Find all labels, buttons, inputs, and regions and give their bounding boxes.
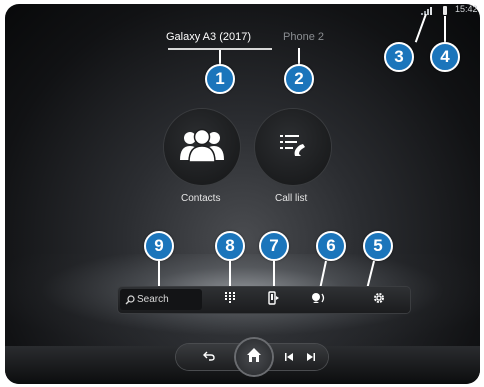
callout-4-line	[444, 16, 446, 44]
callout-9: 9	[144, 231, 174, 261]
phone-transfer-icon	[268, 290, 280, 310]
call-list-label: Call list	[275, 193, 308, 204]
keypad-button[interactable]	[221, 291, 239, 309]
home-icon	[246, 347, 262, 368]
phone-transfer-button[interactable]	[265, 290, 283, 310]
callout-7: 7	[259, 231, 289, 261]
call-list-button[interactable]	[255, 109, 331, 185]
status-time: 15:42	[455, 4, 478, 14]
search-field[interactable]: Search	[120, 289, 202, 310]
search-label: Search	[137, 294, 169, 305]
next-track-icon	[306, 348, 316, 366]
tab-phone-2[interactable]: Phone 2	[283, 31, 324, 43]
contacts-people-icon	[179, 128, 225, 167]
next-track-button[interactable]	[304, 350, 318, 364]
settings-gear-icon	[373, 291, 385, 309]
back-icon	[203, 348, 215, 366]
previous-track-icon	[284, 348, 294, 366]
tab-phone-1[interactable]: Galaxy A3 (2017)	[166, 31, 251, 43]
callout-1: 1	[205, 64, 235, 94]
contacts-button[interactable]	[164, 109, 240, 185]
contacts-label: Contacts	[181, 193, 221, 204]
callout-6: 6	[316, 231, 346, 261]
settings-button[interactable]	[370, 291, 388, 309]
callout-5: 5	[363, 231, 393, 261]
callout-8: 8	[215, 231, 245, 261]
callout-9-line	[158, 261, 160, 289]
battery-icon	[443, 6, 447, 15]
callout-4: 4	[430, 42, 460, 72]
home-button[interactable]	[236, 339, 272, 375]
previous-track-button[interactable]	[282, 350, 296, 364]
voice-recognition-icon	[311, 291, 327, 309]
voice-recognition-button[interactable]	[310, 291, 328, 309]
keypad-icon	[225, 291, 235, 309]
back-button[interactable]	[202, 350, 216, 364]
callout-2: 2	[284, 64, 314, 94]
callout-3: 3	[384, 42, 414, 72]
search-icon	[125, 294, 135, 305]
call-list-icon	[278, 132, 308, 163]
